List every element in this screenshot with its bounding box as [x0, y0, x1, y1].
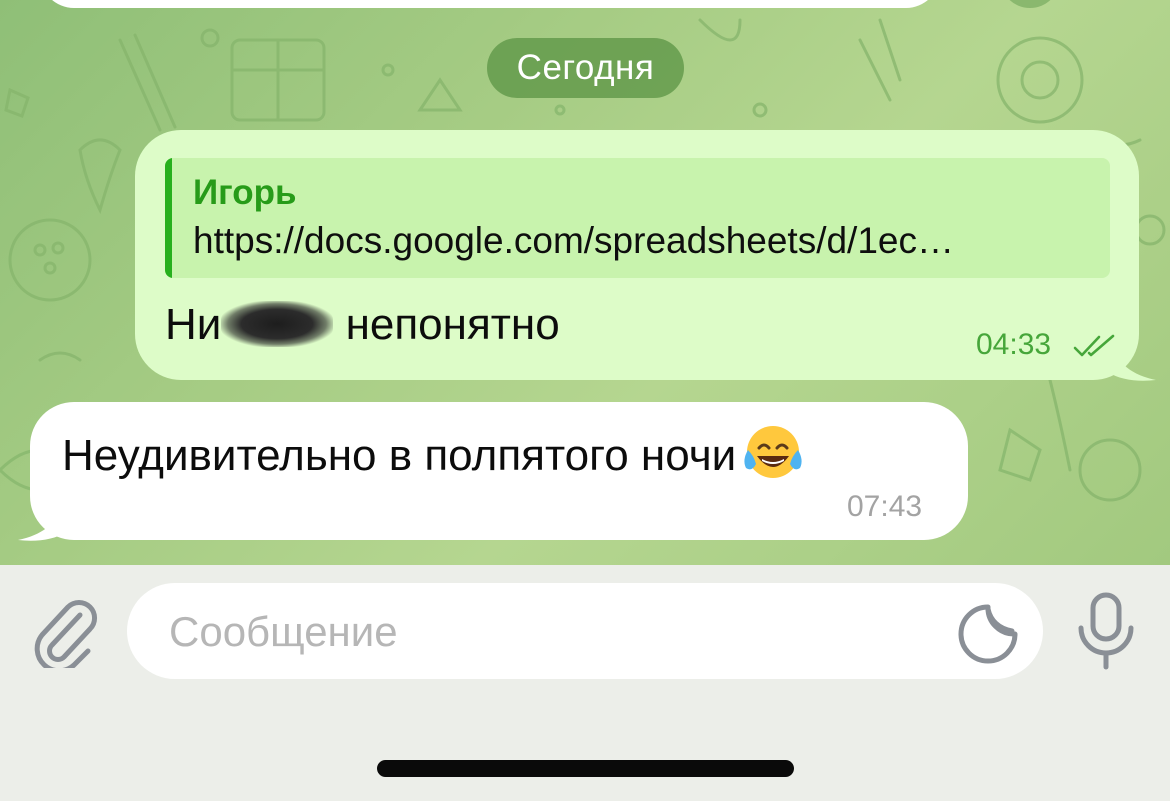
message-time: 04:33	[976, 328, 1052, 361]
message-text: Ни непонятно	[165, 300, 560, 350]
reply-quote[interactable]: Игорь https://docs.google.com/spreadshee…	[165, 158, 1110, 278]
previous-message-bubble[interactable]	[40, 0, 940, 8]
paperclip-icon[interactable]	[30, 593, 100, 668]
message-input-field[interactable]	[127, 583, 1043, 679]
date-separator: Сегодня	[487, 38, 684, 98]
message-text-body: Неудивительно в полпятого ночи	[62, 431, 737, 480]
message-text-start: Ни	[165, 300, 222, 349]
microphone-icon[interactable]	[1076, 592, 1136, 670]
outgoing-message[interactable]: Игорь https://docs.google.com/spreadshee…	[135, 130, 1139, 380]
face-with-tears-of-joy-icon	[744, 426, 802, 478]
message-input[interactable]	[167, 601, 931, 663]
message-time: 07:43	[847, 490, 923, 523]
home-indicator	[377, 760, 794, 777]
chat-area[interactable]: Сегодня Игорь https://docs.google.com/sp…	[0, 0, 1170, 565]
message-text-end: непонятно	[333, 300, 560, 349]
reply-author: Игорь	[193, 173, 297, 212]
reply-accent-bar	[165, 158, 172, 278]
double-check-icon	[1073, 334, 1115, 357]
message-text: Неудивительно в полпятого ночи	[62, 424, 804, 481]
censored-scribble	[221, 301, 334, 347]
incoming-message[interactable]: Неудивительно в полпятого ночи 07:43	[30, 402, 968, 540]
sticker-icon[interactable]	[957, 603, 1019, 665]
reply-link-text: https://docs.google.com/spreadsheets/d/1…	[193, 220, 954, 261]
